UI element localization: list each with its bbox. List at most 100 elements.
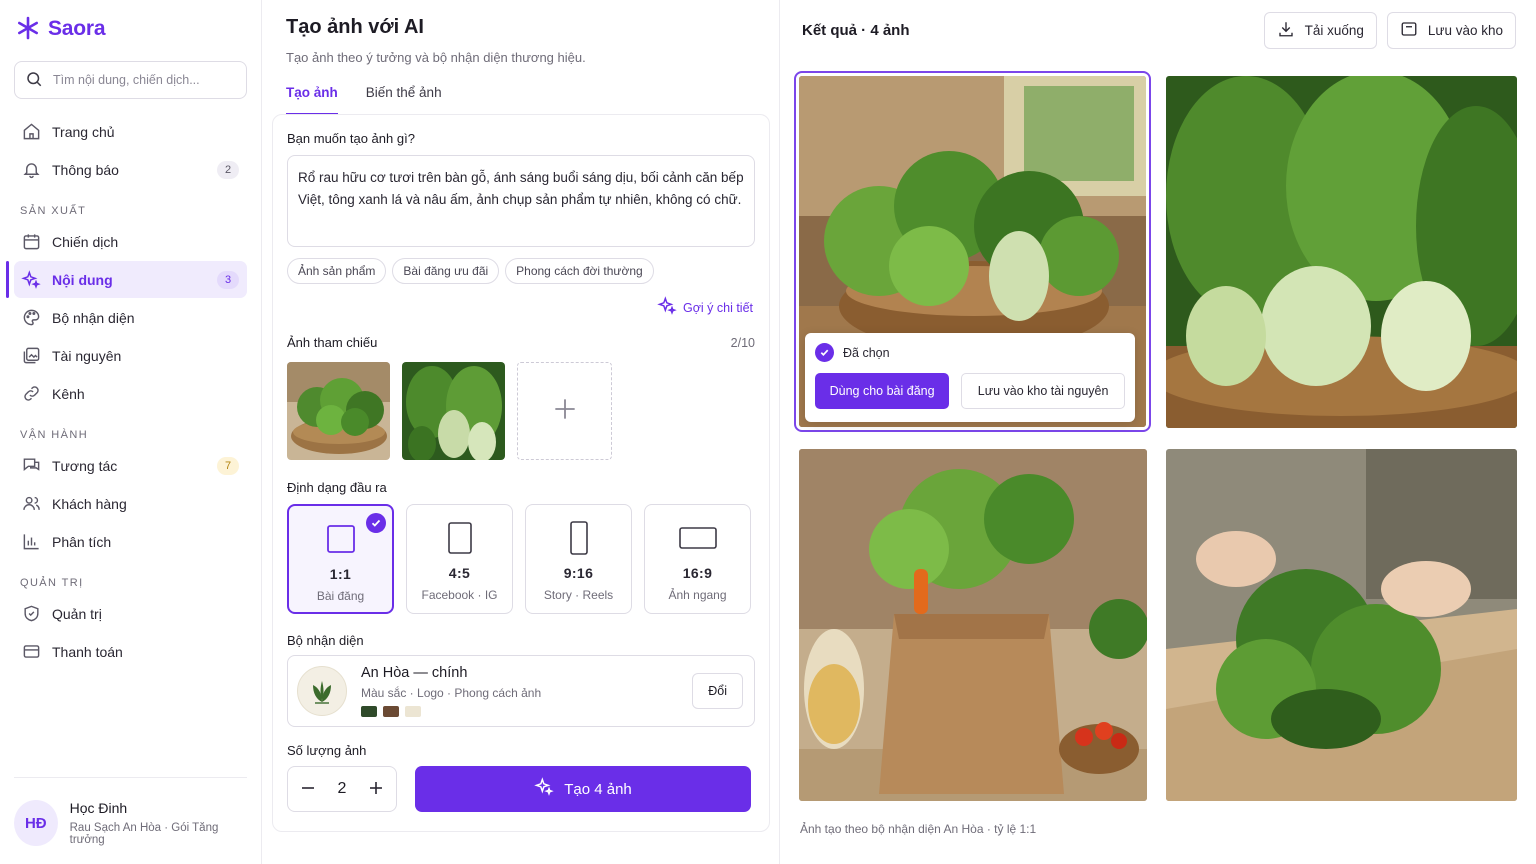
results-footer: Ảnh tạo theo bộ nhận diện An Hòa · tỷ lệ…	[800, 822, 1037, 836]
nav-label: Trang chủ	[52, 123, 115, 140]
format-option-16-9[interactable]: 16:9 Ảnh ngang	[644, 504, 751, 614]
format-option-1-1[interactable]: 1:1 Bài đăng	[287, 504, 394, 614]
bar-chart-icon	[20, 531, 42, 553]
download-button[interactable]: Tải xuống	[1263, 12, 1377, 49]
generator-form: Bạn muốn tạo ảnh gì? Rổ rau hữu cơ tươi …	[272, 114, 770, 832]
save-label: Lưu vào kho	[1427, 23, 1503, 38]
quantity-stepper: 2	[287, 766, 397, 812]
nav-item-home[interactable]: Trang chủ	[14, 113, 247, 150]
nav-label: Chiến dịch	[52, 233, 119, 250]
page-subtitle: Tạo ảnh theo ý tưởng và bộ nhận diện thư…	[286, 50, 586, 65]
change-brand-kit-button[interactable]: Đổi	[692, 673, 743, 709]
selected-label: Đã chọn	[843, 345, 890, 360]
format-option-4-5[interactable]: 4:5 Facebook · IG	[406, 504, 513, 614]
format-label: Định dạng đầu ra	[287, 480, 387, 495]
format-subtitle: Ảnh ngang	[668, 588, 727, 602]
brand[interactable]: Saora	[16, 14, 247, 44]
quantity-value[interactable]: 2	[338, 780, 347, 798]
landscape-shape-icon	[678, 521, 717, 555]
save-to-library-button[interactable]: Lưu vào kho	[1386, 12, 1516, 49]
search-input[interactable]: Tìm nội dung, chiến dịch...	[14, 61, 247, 99]
nav-label: Thông báo	[52, 161, 119, 178]
chip-promo-post[interactable]: Bài đăng ưu đãi	[392, 258, 500, 284]
selection-overlay: Đã chọn Dùng cho bài đăng Lưu vào kho tà…	[805, 333, 1135, 422]
nav-label: Thanh toán	[52, 643, 123, 660]
nav-item-billing[interactable]: Thanh toán	[14, 633, 247, 670]
result-tile-3[interactable]	[799, 449, 1147, 801]
format-option-9-16[interactable]: 9:16 Story · Reels	[525, 504, 632, 614]
nav-item-assets[interactable]: Tài nguyên	[14, 337, 247, 374]
nav-label: Quản trị	[52, 605, 102, 622]
decrement-button[interactable]	[300, 778, 316, 801]
image-library-icon	[20, 345, 42, 367]
sidebar: Saora Tìm nội dung, chiến dịch... Trang …	[0, 0, 262, 864]
shield-icon	[20, 603, 42, 625]
nav-label: Tài nguyên	[52, 347, 122, 364]
generator-panel: Tạo ảnh với AI Tạo ảnh theo ý tưởng và b…	[262, 0, 780, 864]
result-image-2	[1166, 76, 1517, 428]
nav: Trang chủ Thông báo 2 SẢN XUẤT Chiến dịc…	[6, 113, 247, 670]
format-ratio: 1:1	[329, 566, 352, 582]
engagement-count-badge: 7	[217, 456, 239, 475]
save-icon	[1400, 20, 1418, 41]
nav-item-notifications[interactable]: Thông báo 2	[14, 151, 247, 188]
leaf-logo-icon	[297, 666, 347, 716]
brand-name: Saora	[48, 17, 106, 40]
nav-item-brand-kit[interactable]: Bộ nhận diện	[14, 299, 247, 336]
results-title: Kết quả · 4 ảnh	[802, 22, 910, 39]
nav-item-channels[interactable]: Kênh	[14, 375, 247, 412]
result-tile-1[interactable]: Đã chọn Dùng cho bài đăng Lưu vào kho tà…	[794, 71, 1151, 432]
nav-item-content[interactable]: Nội dung 3	[6, 261, 247, 298]
nav-label: Phân tích	[52, 533, 112, 550]
search-icon	[25, 70, 43, 91]
increment-button[interactable]	[368, 778, 384, 801]
tab-create-image[interactable]: Tạo ảnh	[286, 85, 338, 115]
prompt-textarea[interactable]: Rổ rau hữu cơ tươi trên bàn gỗ, ánh sáng…	[287, 155, 755, 247]
suggest-label: Gợi ý chi tiết	[682, 300, 753, 315]
brand-kit-label: Bộ nhận diện	[287, 633, 364, 648]
use-for-post-button[interactable]: Dùng cho bài đăng	[815, 373, 950, 409]
square-shape-icon	[326, 522, 355, 556]
reference-count: 2/10	[730, 335, 755, 350]
bell-icon	[20, 159, 42, 181]
sparkle-icon	[20, 269, 42, 291]
nav-item-analytics[interactable]: Phân tích	[14, 523, 247, 560]
chip-product-photo[interactable]: Ảnh sản phẩm	[287, 258, 387, 284]
calendar-icon	[20, 231, 42, 253]
credit-card-icon	[20, 641, 42, 663]
format-options: 1:1 Bài đăng 4:5 Facebook · IG 9:16 Stor…	[287, 504, 755, 614]
nav-item-customers[interactable]: Khách hàng	[14, 485, 247, 522]
content-count-badge: 3	[217, 270, 239, 289]
sparkle-icon	[534, 777, 554, 801]
section-label-operations: VẬN HÀNH	[20, 429, 89, 441]
chip-lifestyle[interactable]: Phong cách đời thường	[505, 258, 654, 284]
tabs: Tạo ảnh Biến thể ảnh	[286, 85, 769, 115]
result-tile-2[interactable]	[1166, 76, 1517, 428]
check-icon	[366, 513, 386, 533]
reference-image-basket[interactable]	[287, 362, 390, 460]
reference-image-bok-choy[interactable]	[402, 362, 505, 460]
user-name: Học Đinh	[69, 800, 128, 816]
result-tile-4[interactable]	[1166, 449, 1517, 801]
nav-label: Bộ nhận diện	[52, 309, 135, 326]
reference-label: Ảnh tham chiếu	[287, 335, 378, 350]
add-reference-button[interactable]	[517, 362, 612, 460]
check-icon	[815, 343, 834, 362]
results-panel: Kết quả · 4 ảnh Tải xuống Lưu vào kho Đã…	[780, 0, 1536, 864]
result-image-4	[1166, 449, 1517, 801]
tab-image-variants[interactable]: Biến thể ảnh	[366, 85, 442, 115]
generate-button[interactable]: Tạo 4 ảnh	[415, 766, 751, 812]
save-to-assets-button[interactable]: Lưu vào kho tài nguyên	[961, 373, 1125, 409]
user-profile[interactable]: HĐ Học Đinh Rau Sạch An Hòa · Gói Tăng t…	[14, 777, 247, 846]
swatch-cream	[405, 706, 421, 717]
nav-item-campaigns[interactable]: Chiến dịch	[14, 223, 247, 260]
format-ratio: 9:16	[563, 565, 594, 581]
brand-kit-card: An Hòa — chính Màu sắc · Logo · Phong cá…	[287, 655, 755, 727]
tall-shape-icon	[569, 521, 588, 555]
nav-item-admin[interactable]: Quản trị	[14, 595, 247, 632]
swatch-dark-green	[361, 706, 377, 717]
suggest-detail-button[interactable]: Gợi ý chi tiết	[287, 296, 755, 319]
nav-item-engagement[interactable]: Tương tác 7	[14, 447, 247, 484]
format-subtitle: Bài đăng	[316, 589, 365, 603]
plus-icon	[554, 394, 576, 428]
